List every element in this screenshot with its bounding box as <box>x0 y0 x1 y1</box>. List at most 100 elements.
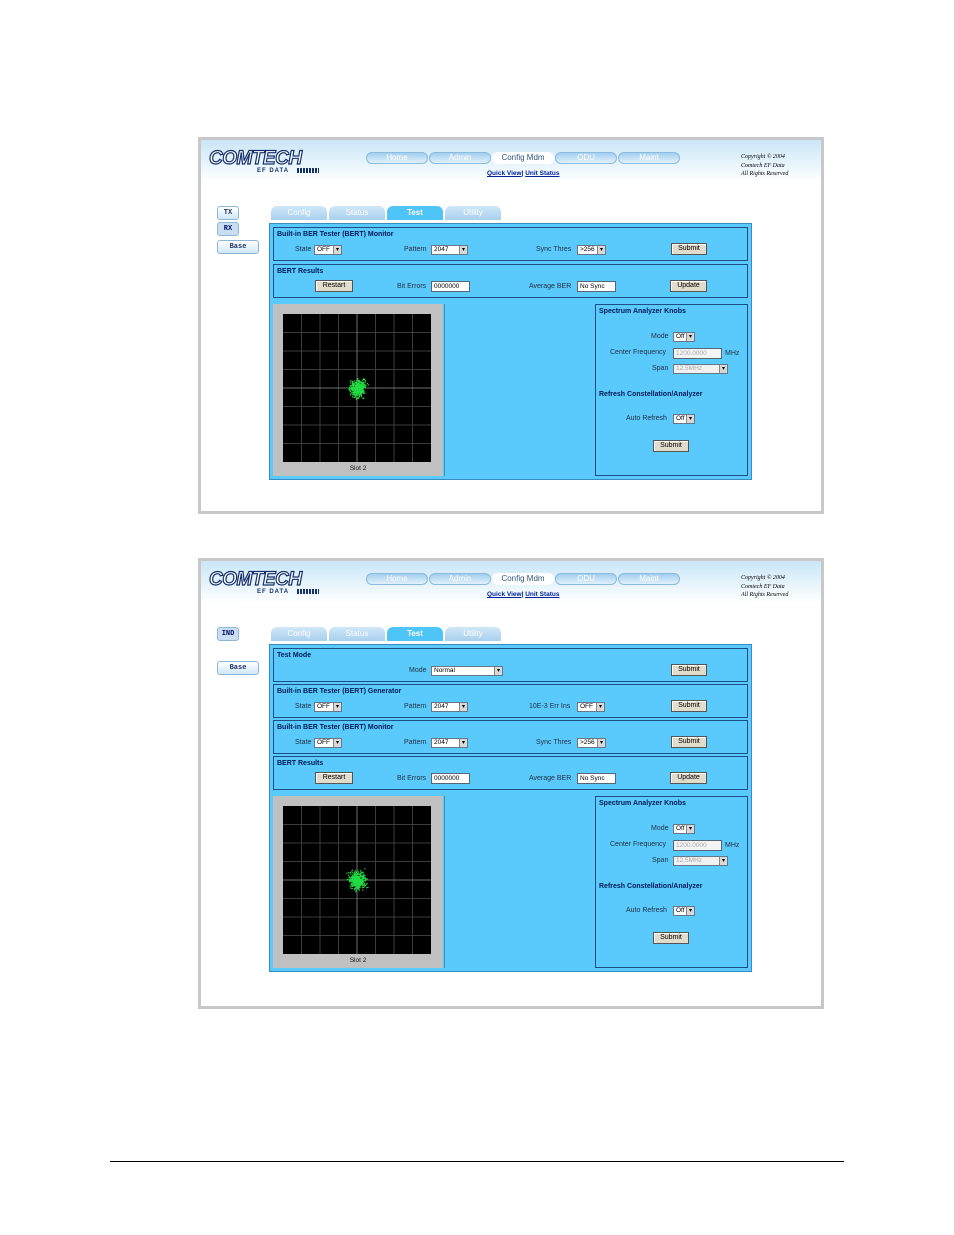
auto-refresh-select[interactable]: Off <box>673 414 695 424</box>
nav-admin[interactable]: Admin <box>429 573 491 585</box>
test-panel: Test Mode Mode Normal Submit Built-in BE… <box>269 644 752 972</box>
main-nav: Home Admin Config Mdm ODU Maint <box>366 152 681 164</box>
constellation-point <box>362 398 364 400</box>
nav-maint[interactable]: Maint <box>618 152 680 164</box>
bert-monitor-pattern-select[interactable]: 2047 <box>431 738 468 748</box>
constellation-point <box>351 391 353 393</box>
center-frequency-input[interactable]: 1200.0000 <box>673 840 722 851</box>
constellation-point <box>349 385 351 387</box>
tab-utility[interactable]: Utility <box>445 627 501 641</box>
constellation-point <box>358 386 360 388</box>
auto-refresh-select[interactable]: Off <box>673 906 695 916</box>
unit-status-link[interactable]: Unit Status <box>525 591 559 598</box>
knobs-submit-button[interactable]: Submit <box>653 440 689 452</box>
constellation-point <box>363 391 365 393</box>
nav-home[interactable]: Home <box>366 152 428 164</box>
constellation-point <box>355 891 357 893</box>
side-base-button[interactable]: Base <box>217 240 259 254</box>
bert-update-button[interactable]: Update <box>670 280 707 292</box>
constellation-point <box>362 876 364 878</box>
test-mode-select[interactable]: Normal <box>431 666 503 676</box>
bert-monitor-sync-select[interactable]: >256 <box>577 738 606 748</box>
bert-generator-pattern-select[interactable]: 2047 <box>431 702 468 712</box>
constellation-point <box>355 889 357 891</box>
tab-status[interactable]: Status <box>329 206 385 220</box>
constellation-point <box>351 380 353 383</box>
nav-odu[interactable]: ODU <box>555 152 617 164</box>
bert-monitor-section: Built-in BER Tester (BERT) Monitor State… <box>273 720 748 754</box>
nav-home[interactable]: Home <box>366 573 428 585</box>
constellation-point <box>346 872 348 874</box>
tab-test[interactable]: Test <box>387 206 443 220</box>
screenshot-ind-test: COMTECH EF DATA Home Admin Config Mdm OD… <box>198 558 824 1009</box>
tab-config[interactable]: Config <box>271 206 327 220</box>
test-mode-submit-button[interactable]: Submit <box>671 664 707 676</box>
quick-view-link[interactable]: Quick View <box>487 170 522 177</box>
bert-monitor-submit-button[interactable]: Submit <box>671 243 707 255</box>
tab-config[interactable]: Config <box>271 627 327 641</box>
bert-monitor-pattern-select[interactable]: 2047 <box>431 245 468 255</box>
constellation-point <box>354 875 356 877</box>
bert-restart-button[interactable]: Restart <box>315 280 353 292</box>
bert-monitor-section: Built-in BER Tester (BERT) Monitor State… <box>273 227 748 261</box>
constellation-point <box>364 392 366 394</box>
constellation-point <box>352 883 354 885</box>
side-tx-button[interactable]: TX <box>217 206 239 220</box>
bert-monitor-sync-select[interactable]: >256 <box>577 245 606 255</box>
constellation-point <box>353 380 356 382</box>
constellation-point <box>361 381 363 383</box>
analyzer-mode-select[interactable]: Off <box>673 824 695 834</box>
bert-monitor-state-select[interactable]: OFF <box>314 738 342 748</box>
constellation-point <box>346 878 348 881</box>
tab-test[interactable]: Test <box>387 627 443 641</box>
constellation-point <box>363 378 365 381</box>
span-select[interactable]: 12.5MHz <box>673 364 728 374</box>
tab-bar: Config Status Test Utility <box>271 206 503 220</box>
tab-status[interactable]: Status <box>329 627 385 641</box>
bit-errors-field: 0000000 <box>431 281 470 292</box>
constellation-point <box>358 885 360 887</box>
constellation-point <box>356 379 358 382</box>
bert-restart-button[interactable]: Restart <box>315 772 353 784</box>
side-ind-button[interactable]: IND <box>217 627 239 641</box>
side-rx-button[interactable]: RX <box>217 222 239 236</box>
tab-bar: Config Status Test Utility <box>271 627 503 641</box>
average-ber-field: No Sync <box>577 281 616 292</box>
constellation-point <box>361 396 363 398</box>
constellation-point <box>353 383 355 385</box>
err-ins-select[interactable]: OFF <box>577 702 605 712</box>
nav-config-mdm[interactable]: Config Mdm <box>492 573 554 585</box>
constellation-point <box>359 381 361 383</box>
constellation-point <box>348 872 350 874</box>
bert-generator-state-select[interactable]: OFF <box>314 702 342 712</box>
constellation-point <box>364 880 366 882</box>
constellation-point <box>358 396 361 398</box>
unit-status-link[interactable]: Unit Status <box>525 170 559 177</box>
constellation-point <box>354 879 356 881</box>
analyzer-mode-select[interactable]: Off <box>673 332 695 342</box>
constellation-point <box>354 873 356 875</box>
side-base-button[interactable]: Base <box>217 661 259 675</box>
constellation-point <box>360 872 362 875</box>
bert-update-button[interactable]: Update <box>670 772 707 784</box>
constellation-point <box>364 868 366 870</box>
knobs-submit-button[interactable]: Submit <box>653 932 689 944</box>
center-frequency-input[interactable]: 1200.0000 <box>673 348 722 359</box>
span-select[interactable]: 12.5MHz <box>673 856 728 866</box>
nav-config-mdm[interactable]: Config Mdm <box>492 152 554 164</box>
constellation-point <box>355 385 357 387</box>
spectrum-area <box>444 304 592 476</box>
constellation-point <box>351 386 353 388</box>
tab-utility[interactable]: Utility <box>445 206 501 220</box>
bert-monitor-state-select[interactable]: OFF <box>314 245 342 255</box>
bert-generator-submit-button[interactable]: Submit <box>671 700 707 712</box>
nav-admin[interactable]: Admin <box>429 152 491 164</box>
spectrum-knobs-section: Spectrum Analyzer Knobs Mode Off Center … <box>595 304 748 476</box>
bert-monitor-submit-button[interactable]: Submit <box>671 736 707 748</box>
quick-view-link[interactable]: Quick View <box>487 591 522 598</box>
constellation-point <box>358 384 360 386</box>
constellation-point <box>363 876 365 879</box>
constellation-point <box>356 878 358 880</box>
nav-maint[interactable]: Maint <box>618 573 680 585</box>
nav-odu[interactable]: ODU <box>555 573 617 585</box>
